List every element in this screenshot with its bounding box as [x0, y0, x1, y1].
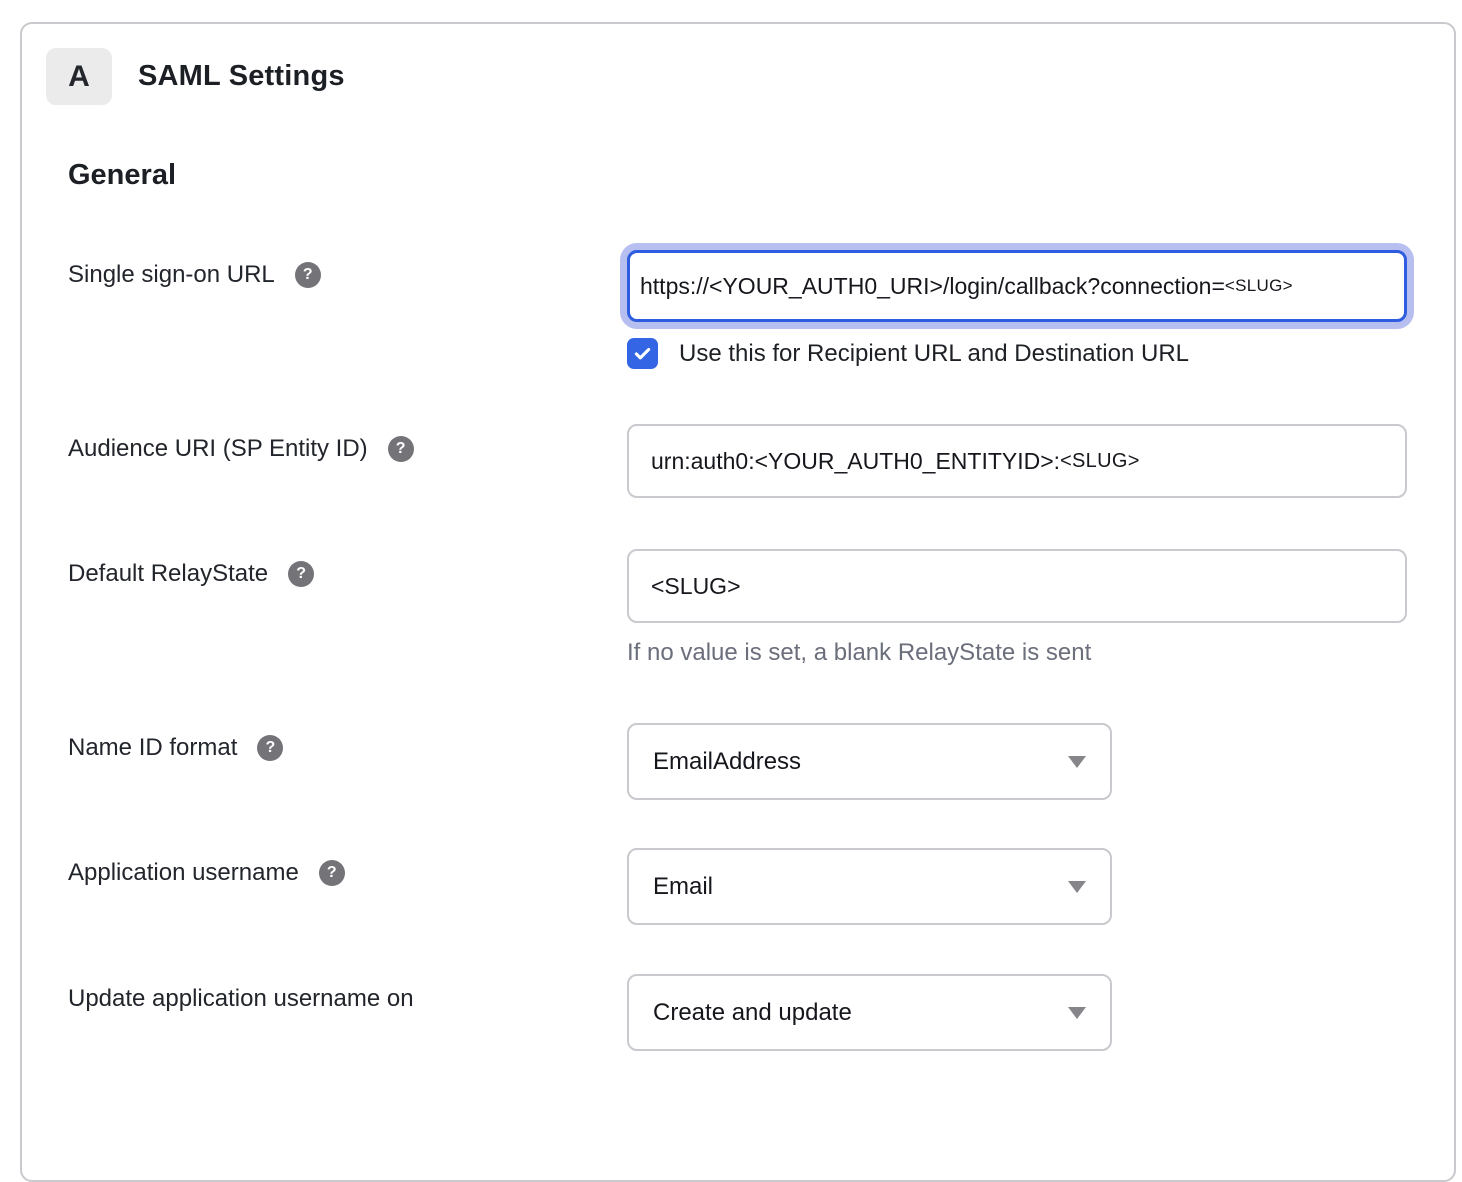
recipient-url-checkbox-row[interactable]: Use this for Recipient URL and Destinati… — [627, 338, 1454, 369]
page-title: SAML Settings — [138, 60, 345, 93]
sso-url-label: Single sign-on URL — [68, 261, 275, 289]
sso-url-value-slug: <SLUG> — [1225, 276, 1293, 296]
audience-uri-control-cell: urn:auth0:<YOUR_AUTH0_ENTITYID>:<SLUG> — [627, 424, 1454, 498]
field-row-name-id-format: Name ID format ? EmailAddress — [68, 723, 1454, 800]
section-title: General — [68, 159, 1454, 192]
recipient-url-checkbox-label: Use this for Recipient URL and Destinati… — [679, 340, 1189, 368]
checkmark-icon — [632, 343, 653, 364]
help-icon[interactable]: ? — [288, 561, 314, 587]
application-username-value: Email — [653, 873, 713, 901]
caret-down-icon — [1068, 1007, 1086, 1019]
default-relaystate-input[interactable]: <SLUG> — [627, 549, 1407, 623]
caret-down-icon — [1068, 756, 1086, 768]
audience-uri-label-cell: Audience URI (SP Entity ID) ? — [68, 424, 627, 463]
sso-url-input[interactable]: https://<YOUR_AUTH0_URI>/login/callback?… — [627, 250, 1407, 322]
application-username-label: Application username — [68, 859, 299, 887]
audience-uri-input[interactable]: urn:auth0:<YOUR_AUTH0_ENTITYID>:<SLUG> — [627, 424, 1407, 498]
default-relaystate-value: <SLUG> — [651, 573, 741, 600]
help-icon[interactable]: ? — [295, 262, 321, 288]
step-badge: A — [46, 48, 112, 105]
update-app-username-select[interactable]: Create and update — [627, 974, 1112, 1051]
update-app-username-label: Update application username on — [68, 985, 414, 1013]
field-row-default-relaystate: Default RelayState ? <SLUG> If no value … — [68, 549, 1454, 667]
name-id-format-label: Name ID format — [68, 734, 237, 762]
name-id-format-value: EmailAddress — [653, 748, 801, 776]
application-username-control-cell: Email — [627, 848, 1454, 925]
name-id-format-control-cell: EmailAddress — [627, 723, 1454, 800]
saml-settings-form: Single sign-on URL ? https://<YOUR_AUTH0… — [22, 250, 1454, 1051]
audience-uri-value-slug: <SLUG> — [1060, 450, 1140, 473]
default-relaystate-label-cell: Default RelayState ? — [68, 549, 627, 588]
audience-uri-label: Audience URI (SP Entity ID) — [68, 435, 368, 463]
field-row-application-username: Application username ? Email — [68, 848, 1454, 925]
field-row-sso-url: Single sign-on URL ? https://<YOUR_AUTH0… — [68, 250, 1454, 369]
audience-uri-value: urn:auth0:<YOUR_AUTH0_ENTITYID>: — [651, 448, 1060, 475]
default-relaystate-control-cell: <SLUG> If no value is set, a blank Relay… — [627, 549, 1454, 667]
name-id-format-select[interactable]: EmailAddress — [627, 723, 1112, 800]
default-relaystate-helper-text: If no value is set, a blank RelayState i… — [627, 639, 1454, 667]
help-icon[interactable]: ? — [319, 860, 345, 886]
saml-settings-card: A SAML Settings General Single sign-on U… — [20, 22, 1456, 1182]
default-relaystate-label: Default RelayState — [68, 560, 268, 588]
help-icon[interactable]: ? — [388, 436, 414, 462]
recipient-url-checkbox[interactable] — [627, 338, 658, 369]
help-icon[interactable]: ? — [257, 735, 283, 761]
application-username-select[interactable]: Email — [627, 848, 1112, 925]
caret-down-icon — [1068, 881, 1086, 893]
field-row-audience-uri: Audience URI (SP Entity ID) ? urn:auth0:… — [68, 424, 1454, 498]
field-row-update-app-username-on: Update application username on Create an… — [68, 974, 1454, 1051]
update-app-username-control-cell: Create and update — [627, 974, 1454, 1051]
sso-url-value: https://<YOUR_AUTH0_URI>/login/callback?… — [640, 273, 1225, 300]
update-app-username-label-cell: Update application username on — [68, 974, 627, 1013]
sso-url-control-cell: https://<YOUR_AUTH0_URI>/login/callback?… — [627, 250, 1454, 369]
sso-url-label-cell: Single sign-on URL ? — [68, 250, 627, 289]
application-username-label-cell: Application username ? — [68, 848, 627, 887]
update-app-username-value: Create and update — [653, 999, 852, 1027]
name-id-format-label-cell: Name ID format ? — [68, 723, 627, 762]
card-header: A SAML Settings — [22, 24, 1454, 105]
